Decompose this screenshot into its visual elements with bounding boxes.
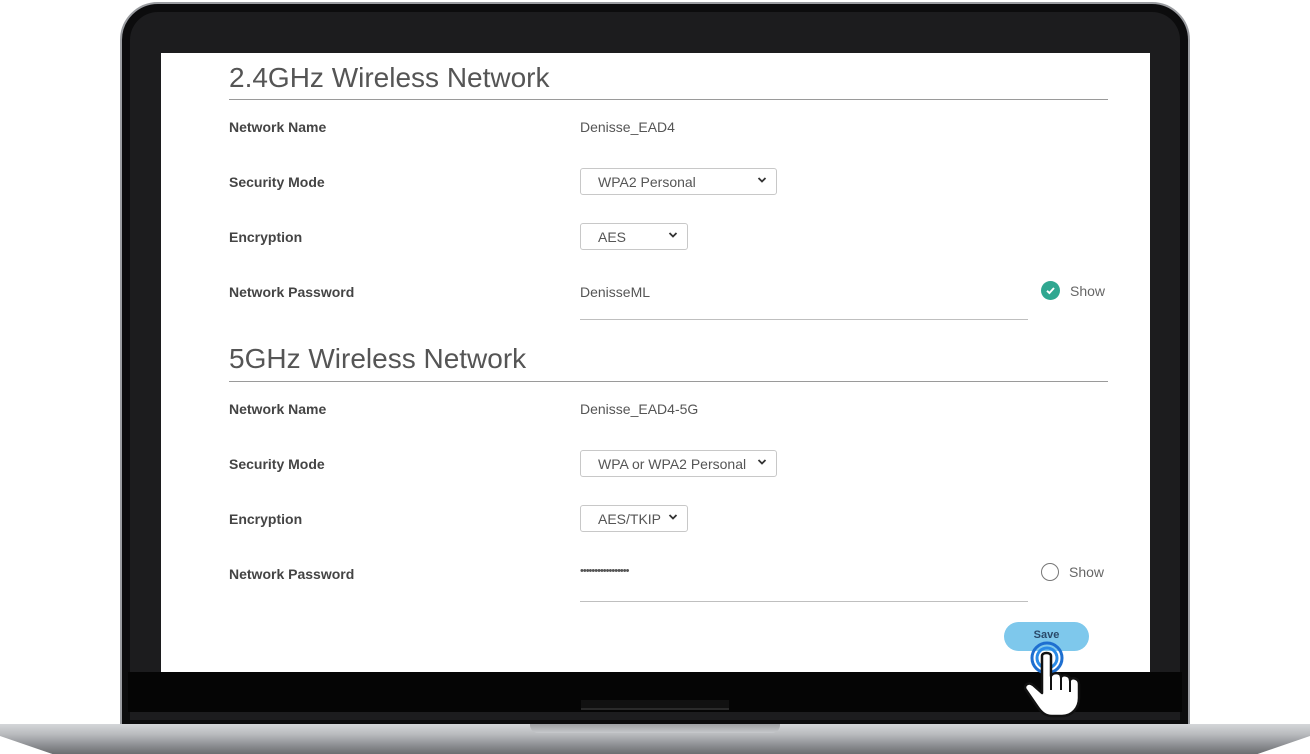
network-password-label: Network Password [229,284,355,300]
show-password-toggle[interactable]: Show [1041,563,1104,581]
network-name-label: Network Name [229,119,327,135]
section-divider [229,99,1108,100]
show-label: Show [1069,564,1105,580]
chevron-down-icon [668,232,678,238]
laptop-base-notch [530,724,780,733]
network-name-label: Network Name [229,401,327,417]
section-title-24ghz: 2.4GHz Wireless Network [229,62,550,93]
chevron-down-icon [757,459,767,465]
network-password-input[interactable]: ••••••••••••••••• [580,565,629,577]
encryption-selected: AES [598,228,627,245]
security-mode-selected: WPA or WPA2 Personal [598,455,747,472]
network-name-value: Denisse_EAD4-5G [580,401,699,417]
router-settings-screen: 2.4GHz Wireless Network Network Name Den… [161,53,1150,672]
section-title-5ghz: 5GHz Wireless Network [229,343,527,374]
encryption-selected: AES/TKIP [598,510,662,527]
password-underline [580,601,1028,602]
network-password-input[interactable]: DenisseML [580,284,650,300]
network-name-value: Denisse_EAD4 [580,119,675,135]
hand-pointer-icon [1023,641,1081,718]
encryption-select[interactable]: AES [580,223,688,250]
encryption-label: Encryption [229,229,303,245]
show-label: Show [1070,282,1106,299]
security-mode-select[interactable]: WPA or WPA2 Personal [580,450,777,477]
security-mode-label: Security Mode [229,456,325,472]
chevron-down-icon [668,514,678,520]
laptop-hinge-slot [581,700,729,710]
check-circle-icon[interactable] [1041,281,1060,300]
security-mode-select[interactable]: WPA2 Personal [580,168,777,195]
encryption-label: Encryption [229,511,303,527]
section-divider [229,381,1108,382]
network-password-label: Network Password [229,566,355,582]
security-mode-label: Security Mode [229,174,325,190]
password-underline [580,319,1028,320]
security-mode-selected: WPA2 Personal [598,173,696,190]
chevron-down-icon [757,177,767,183]
radio-unchecked-icon[interactable] [1041,563,1059,581]
show-password-toggle[interactable]: Show [1041,281,1105,300]
encryption-select[interactable]: AES/TKIP [580,505,688,532]
